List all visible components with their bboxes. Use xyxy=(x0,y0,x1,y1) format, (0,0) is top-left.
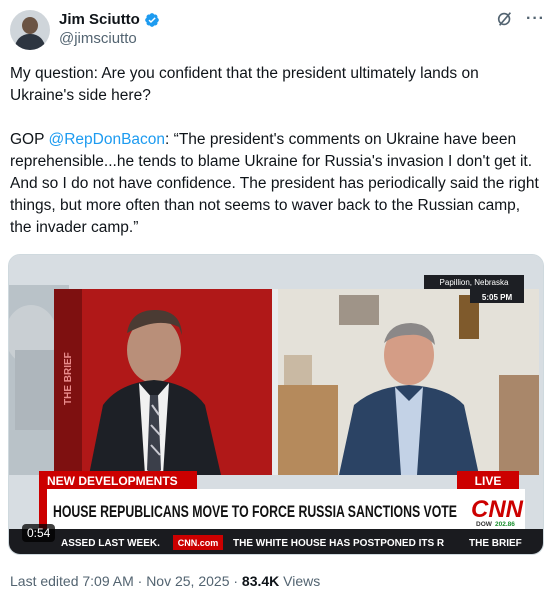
banner-tag: NEW DEVELOPMENTS xyxy=(47,474,178,488)
dow-label: DOW xyxy=(476,521,493,528)
views-label: Views xyxy=(279,573,321,589)
views-count: 83.4K xyxy=(241,573,280,589)
author-info[interactable]: Jim Sciutto @jimsciutto xyxy=(59,10,160,49)
video-frame: THE BRIEF Papillion, Nebraska 5:05 PM NE… xyxy=(9,255,543,554)
ticker-site: CNN.com xyxy=(178,538,219,548)
video-player[interactable]: THE BRIEF Papillion, Nebraska 5:05 PM NE… xyxy=(8,254,544,555)
edited-timestamp[interactable]: Last edited 7:09 AM · Nov 25, 2025 · xyxy=(10,573,242,589)
grok-icon[interactable] xyxy=(496,10,514,28)
ticker-left: ASSED LAST WEEK. xyxy=(61,538,160,549)
tweet-header: Jim Sciutto @jimsciutto ··· xyxy=(10,8,545,52)
ticker-right: THE WHITE HOUSE HAS POSTPONED ITS R xyxy=(233,538,445,549)
more-options-icon[interactable]: ··· xyxy=(526,10,545,28)
dow-value: 202.86 xyxy=(495,521,515,528)
location-label: Papillion, Nebraska xyxy=(440,278,509,287)
display-name[interactable]: Jim Sciutto xyxy=(59,10,140,29)
cnn-logo: CNN xyxy=(471,496,524,523)
wall-text: THE BRIEF xyxy=(63,352,74,405)
tweet-meta: Last edited 7:09 AM · Nov 25, 2025 · 83.… xyxy=(10,572,320,590)
video-duration: 0:54 xyxy=(22,524,56,542)
time-label: 5:05 PM xyxy=(482,293,513,302)
avatar[interactable] xyxy=(10,10,50,50)
tweet-paragraph-1: My question: Are you confident that the … xyxy=(10,65,479,104)
headline: HOUSE REPUBLICANS MOVE TO FORCE RUSSIA S… xyxy=(53,502,457,521)
mention-link[interactable]: @RepDonBacon xyxy=(48,131,165,148)
tweet-text: My question: Are you confident that the … xyxy=(10,63,545,239)
verified-badge-icon xyxy=(145,12,159,27)
live-label: LIVE xyxy=(475,474,502,488)
ticker-show: THE BRIEF xyxy=(469,538,522,549)
tweet-paragraph-2: GOP @RepDonBacon: “The president's comme… xyxy=(10,131,539,236)
handle[interactable]: @jimsciutto xyxy=(59,29,160,49)
